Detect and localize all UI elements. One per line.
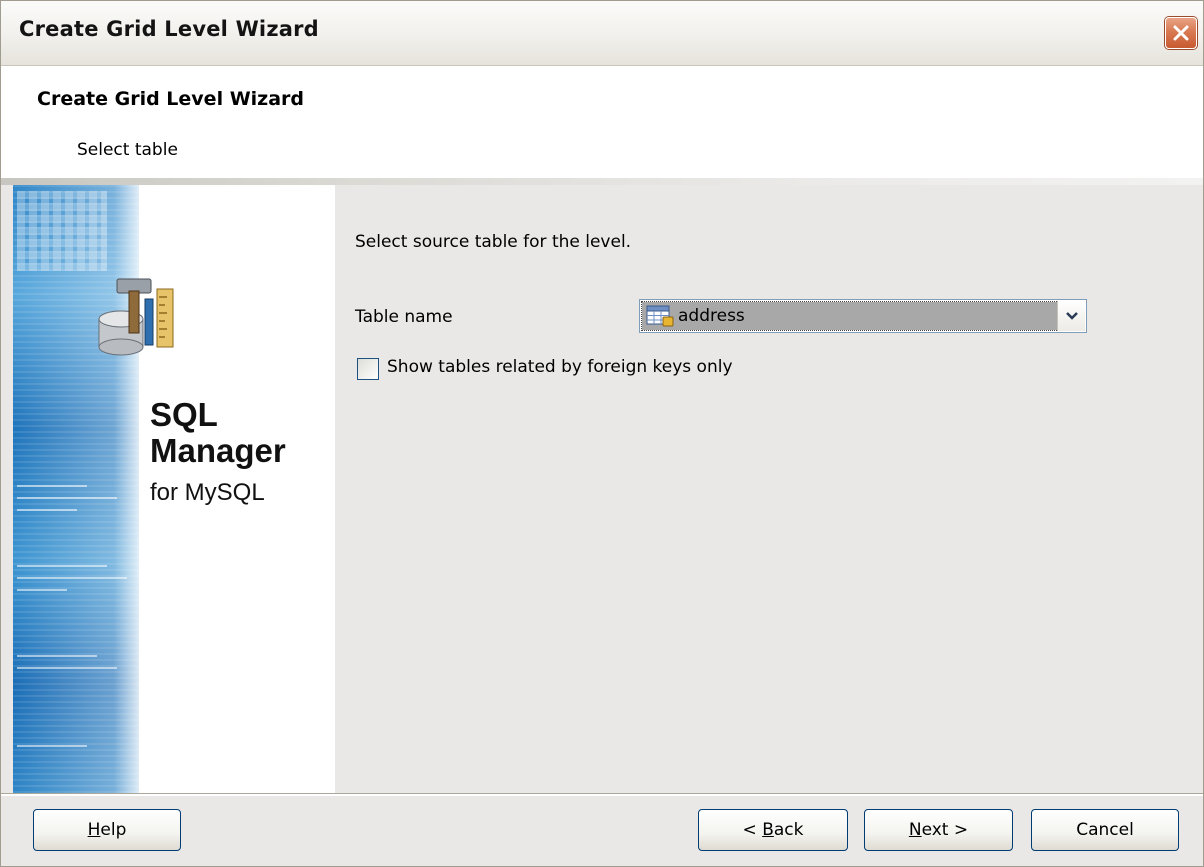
- chevron-down-icon: [1066, 312, 1078, 320]
- header-title: Create Grid Level Wizard: [37, 88, 305, 110]
- table-name-dropdown-button[interactable]: [1057, 301, 1085, 331]
- banner-code-line: [17, 485, 87, 487]
- help-label-rest: elp: [100, 820, 127, 840]
- table-name-combobox[interactable]: address: [639, 299, 1087, 333]
- footer-separator: [1, 793, 1203, 796]
- database-tools-icon: [98, 278, 174, 356]
- table-name-label: Table name: [355, 307, 453, 327]
- next-label-rest: ext >: [921, 820, 969, 840]
- wizard-content: Select source table for the level. Table…: [335, 185, 1203, 793]
- banner-code-line: [17, 655, 97, 657]
- wizard-window: Create Grid Level Wizard Create Grid Lev…: [0, 0, 1204, 867]
- brand-line-1: SQL: [150, 396, 218, 433]
- foreign-keys-only-label[interactable]: Show tables related by foreign keys only: [387, 357, 733, 377]
- cancel-button[interactable]: Cancel: [1031, 809, 1179, 851]
- wizard-side-banner: SQL Manager for MySQL: [13, 185, 335, 793]
- table-icon: [646, 305, 674, 327]
- brand-line-3: for MySQL: [150, 479, 265, 506]
- close-button[interactable]: [1165, 17, 1197, 49]
- next-button[interactable]: Next >: [864, 809, 1013, 851]
- banner-pattern: [17, 191, 107, 271]
- title-bar[interactable]: Create Grid Level Wizard: [1, 1, 1203, 66]
- next-mnemonic: N: [908, 820, 922, 840]
- back-label-rest: ack: [773, 820, 804, 840]
- banner-code-line: [17, 589, 67, 591]
- banner-code-line: [17, 497, 117, 499]
- header-separator: [1, 178, 1203, 185]
- table-name-selected-value[interactable]: address: [641, 301, 1059, 331]
- instruction-text: Select source table for the level.: [355, 232, 632, 252]
- help-mnemonic: H: [87, 820, 101, 840]
- foreign-keys-only-checkbox[interactable]: [357, 358, 379, 380]
- window-title: Create Grid Level Wizard: [19, 17, 319, 41]
- banner-code-line: [17, 509, 77, 511]
- banner-code-line: [17, 745, 87, 747]
- help-button[interactable]: Help: [33, 809, 181, 851]
- banner-code-line: [17, 577, 127, 579]
- header-subtitle: Select table: [77, 140, 178, 160]
- table-name-value: address: [678, 306, 745, 326]
- back-prefix: <: [742, 820, 763, 840]
- close-icon: [1173, 25, 1189, 41]
- brand-line-2: Manager: [150, 432, 286, 469]
- wizard-header: Create Grid Level Wizard Select table: [1, 66, 1203, 178]
- banner-code-line: [17, 667, 117, 669]
- back-mnemonic: B: [762, 820, 774, 840]
- banner-code-line: [17, 565, 107, 567]
- back-button[interactable]: < Back: [698, 809, 848, 851]
